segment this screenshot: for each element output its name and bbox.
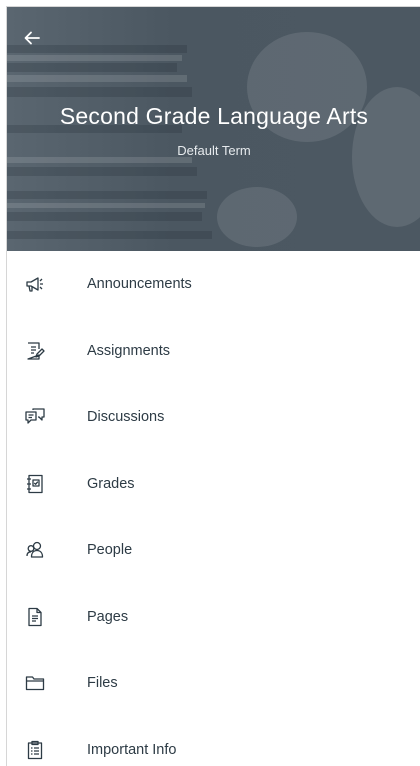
menu-item-important-info[interactable]: Important Info [7,717,420,766]
menu-item-label: Announcements [87,276,192,292]
menu-item-label: Discussions [87,409,164,425]
folder-icon [25,673,45,693]
menu-item-people[interactable]: People [7,517,420,584]
menu-item-label: Important Info [87,742,176,758]
menu-item-label: Assignments [87,343,170,359]
menu-item-pages[interactable]: Pages [7,584,420,651]
menu-item-files[interactable]: Files [7,650,420,717]
megaphone-icon [25,274,45,294]
people-icon [25,540,45,560]
discussion-icon [25,407,45,427]
menu-item-label: Grades [87,476,135,492]
back-button[interactable] [17,23,47,53]
course-menu: Announcements Assignments Discussions [7,251,420,766]
course-header: Second Grade Language Arts Default Term [7,7,420,251]
menu-item-label: People [87,542,132,558]
menu-item-assignments[interactable]: Assignments [7,318,420,385]
gradebook-icon [25,474,45,494]
course-title: Second Grade Language Arts [7,103,420,130]
clipboard-icon [25,740,45,760]
arrow-left-icon [24,30,40,46]
document-icon [25,607,45,627]
course-term: Default Term [7,143,420,158]
assignment-icon [25,341,45,361]
menu-item-label: Files [87,675,118,691]
menu-item-discussions[interactable]: Discussions [7,384,420,451]
menu-item-label: Pages [87,609,128,625]
menu-item-announcements[interactable]: Announcements [7,251,420,318]
course-navigation-panel: Second Grade Language Arts Default Term … [6,6,420,766]
menu-item-grades[interactable]: Grades [7,451,420,518]
